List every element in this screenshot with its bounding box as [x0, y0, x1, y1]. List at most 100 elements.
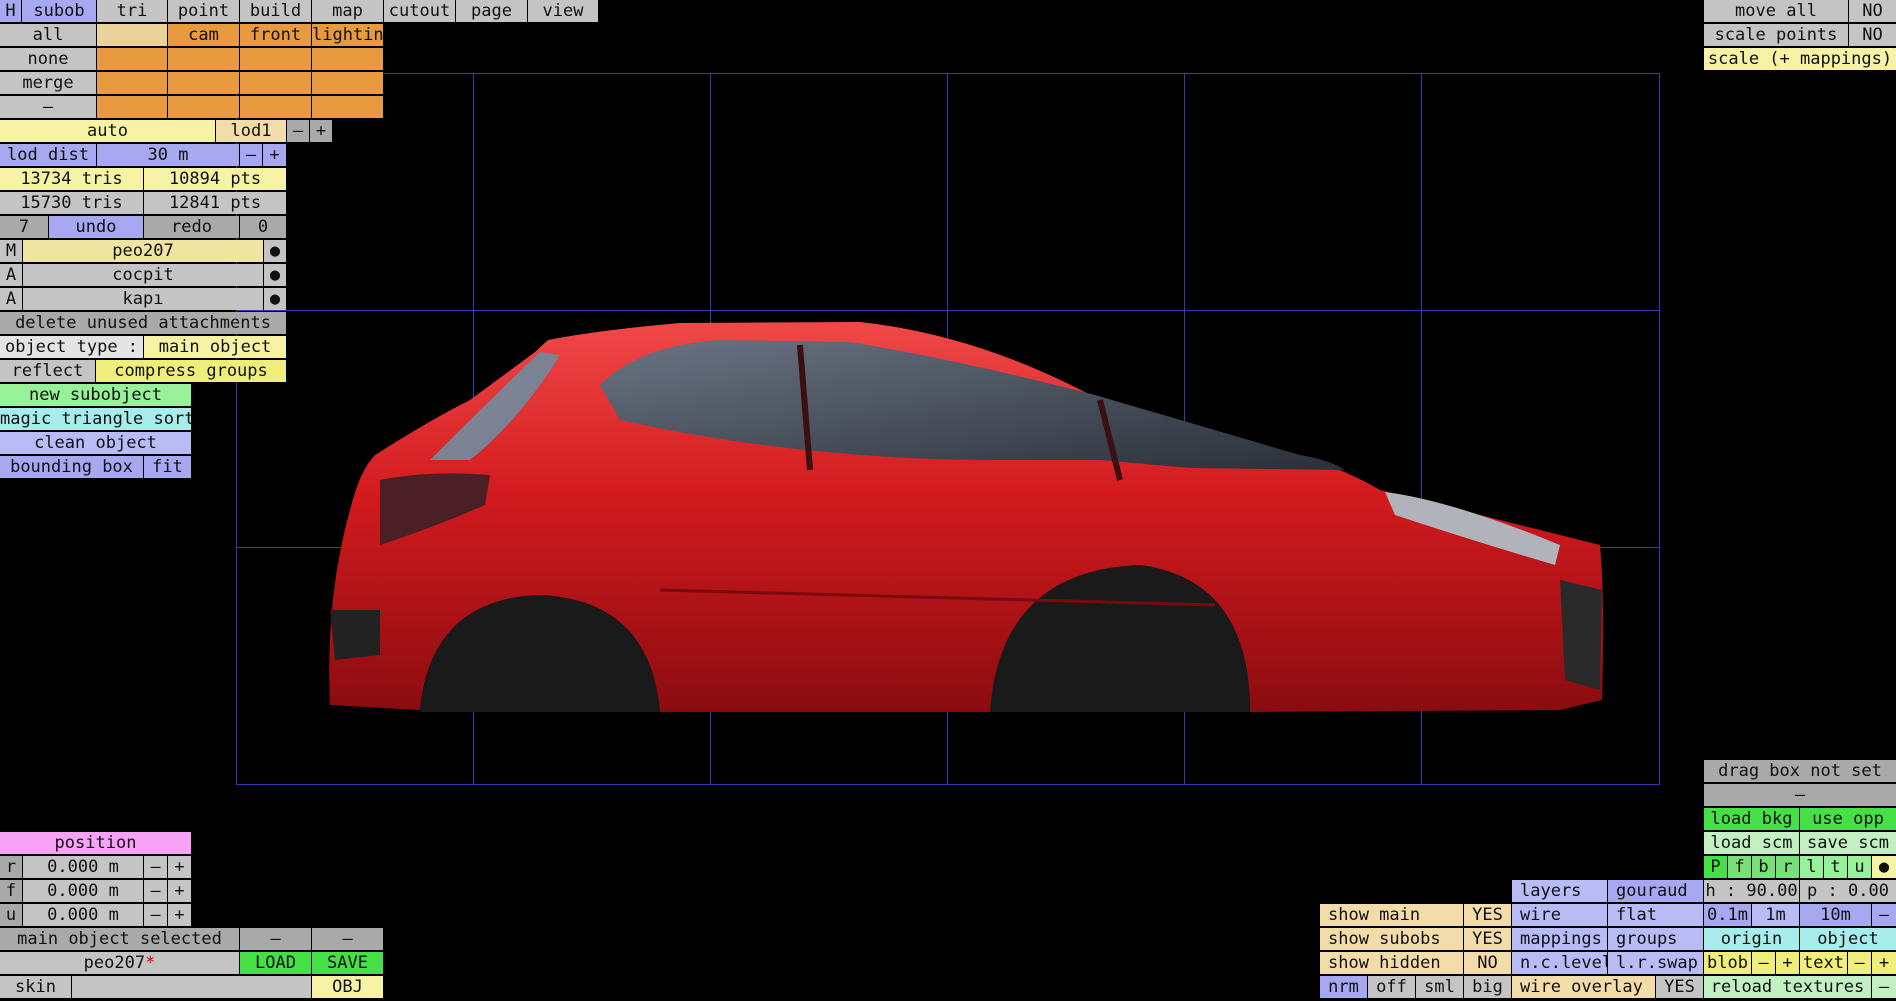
- position-f-field[interactable]: 0.000 m: [23, 880, 143, 902]
- use-opp-button[interactable]: use opp: [1800, 808, 1896, 830]
- file-name[interactable]: peo207*: [0, 952, 239, 974]
- mappings-button[interactable]: mappings: [1512, 928, 1607, 950]
- load-button[interactable]: LOAD: [240, 952, 311, 974]
- load-bkg-button[interactable]: load bkg: [1704, 808, 1799, 830]
- move-all-button[interactable]: move all: [1704, 0, 1848, 22]
- new-subobject-button[interactable]: new subobject: [0, 384, 191, 406]
- scale-points-button[interactable]: scale points: [1704, 24, 1848, 46]
- grid-10m-button[interactable]: 10m: [1800, 904, 1871, 926]
- view-slot[interactable]: [312, 72, 383, 94]
- tab-page[interactable]: page: [456, 0, 527, 22]
- view-dot-icon[interactable]: ●: [1872, 856, 1896, 878]
- position-u-field[interactable]: 0.000 m: [23, 904, 143, 926]
- selection-button[interactable]: –: [240, 928, 311, 950]
- text-minus-button[interactable]: –: [1848, 952, 1871, 974]
- view-under-button[interactable]: u: [1848, 856, 1871, 878]
- bounding-box-button[interactable]: bounding box: [0, 456, 143, 478]
- view-right-button[interactable]: r: [1776, 856, 1799, 878]
- view-slot[interactable]: [240, 48, 311, 70]
- tab-cutout[interactable]: cutout: [384, 0, 455, 22]
- move-all-toggle[interactable]: NO: [1849, 0, 1896, 22]
- position-f-minus[interactable]: –: [144, 880, 167, 902]
- lod-name[interactable]: lod1: [216, 120, 286, 142]
- blob-button[interactable]: blob: [1704, 952, 1751, 974]
- view-cam[interactable]: cam: [168, 24, 239, 46]
- view-top-button[interactable]: t: [1824, 856, 1847, 878]
- layers-button[interactable]: layers: [1512, 880, 1607, 902]
- object-button[interactable]: object: [1800, 928, 1896, 950]
- lr-swap-button[interactable]: l.r.swap: [1608, 952, 1703, 974]
- fit-button[interactable]: fit: [144, 456, 191, 478]
- h-toggle[interactable]: H: [0, 0, 21, 22]
- attachment-item[interactable]: kapı: [23, 288, 263, 310]
- nrm-button[interactable]: nrm: [1320, 976, 1367, 998]
- wire-overlay-button[interactable]: wire overlay: [1512, 976, 1655, 998]
- lod-dist-plus-button[interactable]: +: [263, 144, 286, 166]
- wire-overlay-toggle[interactable]: YES: [1656, 976, 1703, 998]
- selection-button[interactable]: –: [312, 928, 383, 950]
- view-slot[interactable]: [312, 48, 383, 70]
- position-u-minus[interactable]: –: [144, 904, 167, 926]
- view-slot[interactable]: [240, 96, 311, 118]
- big-button[interactable]: big: [1464, 976, 1511, 998]
- position-u-plus[interactable]: +: [168, 904, 191, 926]
- view-lighting[interactable]: lightin: [312, 24, 383, 46]
- lod-plus-button[interactable]: +: [310, 120, 332, 142]
- heading-value[interactable]: h : 90.00: [1704, 880, 1799, 902]
- delete-unused-attachments-button[interactable]: delete unused attachments: [0, 312, 286, 334]
- view-persp-button[interactable]: P: [1704, 856, 1727, 878]
- text-button[interactable]: text: [1800, 952, 1847, 974]
- position-f-plus[interactable]: +: [168, 880, 191, 902]
- reload-dash-button[interactable]: –: [1872, 976, 1896, 998]
- view-front-button[interactable]: f: [1728, 856, 1751, 878]
- flat-button[interactable]: flat: [1608, 904, 1703, 926]
- select-all-button[interactable]: all: [0, 24, 96, 46]
- attachment-dot-icon[interactable]: ●: [264, 240, 286, 262]
- obj-button[interactable]: OBJ: [312, 976, 383, 998]
- reload-textures-button[interactable]: reload textures: [1704, 976, 1871, 998]
- skin-field[interactable]: [72, 976, 311, 998]
- scale-points-toggle[interactable]: NO: [1849, 24, 1896, 46]
- lod-minus-button[interactable]: –: [287, 120, 309, 142]
- reflect-button[interactable]: reflect: [0, 360, 95, 382]
- tab-map[interactable]: map: [312, 0, 383, 22]
- gouraud-button[interactable]: gouraud: [1608, 880, 1703, 902]
- magic-triangle-sort-button[interactable]: magic triangle sort: [0, 408, 191, 430]
- skin-button[interactable]: skin: [0, 976, 71, 998]
- merge-button[interactable]: merge: [0, 72, 96, 94]
- attachment-dot-icon[interactable]: ●: [264, 288, 286, 310]
- off-button[interactable]: off: [1368, 976, 1415, 998]
- view-slot[interactable]: [312, 96, 383, 118]
- view-slot[interactable]: [97, 72, 167, 94]
- object-type-value[interactable]: main object: [144, 336, 286, 358]
- blob-minus-button[interactable]: –: [1752, 952, 1775, 974]
- view-front[interactable]: front: [240, 24, 311, 46]
- show-hidden-toggle[interactable]: NO: [1464, 952, 1511, 974]
- grid-0-1m-button[interactable]: 0.1m: [1704, 904, 1751, 926]
- show-main-button[interactable]: show main: [1320, 904, 1463, 926]
- text-plus-button[interactable]: +: [1872, 952, 1896, 974]
- show-subobs-button[interactable]: show subobs: [1320, 928, 1463, 950]
- show-hidden-button[interactable]: show hidden: [1320, 952, 1463, 974]
- attachment-item[interactable]: peo207: [23, 240, 263, 262]
- sml-button[interactable]: sml: [1416, 976, 1463, 998]
- position-r-plus[interactable]: +: [168, 856, 191, 878]
- undo-button[interactable]: undo: [49, 216, 143, 238]
- grid-1m-button[interactable]: 1m: [1752, 904, 1799, 926]
- lod-dist-minus-button[interactable]: –: [240, 144, 262, 166]
- tab-view[interactable]: view: [528, 0, 598, 22]
- scale-mappings-button[interactable]: scale (+ mappings): [1704, 48, 1896, 70]
- view-slot[interactable]: [240, 72, 311, 94]
- tab-point[interactable]: point: [168, 0, 239, 22]
- position-r-minus[interactable]: –: [144, 856, 167, 878]
- view-slot[interactable]: [168, 48, 239, 70]
- attachment-dot-icon[interactable]: ●: [264, 264, 286, 286]
- blob-plus-button[interactable]: +: [1776, 952, 1799, 974]
- show-main-toggle[interactable]: YES: [1464, 904, 1511, 926]
- show-subobs-toggle[interactable]: YES: [1464, 928, 1511, 950]
- view-slot[interactable]: [97, 48, 167, 70]
- select-none-button[interactable]: none: [0, 48, 96, 70]
- groups-button[interactable]: groups: [1608, 928, 1703, 950]
- save-scm-button[interactable]: save scm: [1800, 832, 1896, 854]
- grid-dash-button[interactable]: –: [1872, 904, 1896, 926]
